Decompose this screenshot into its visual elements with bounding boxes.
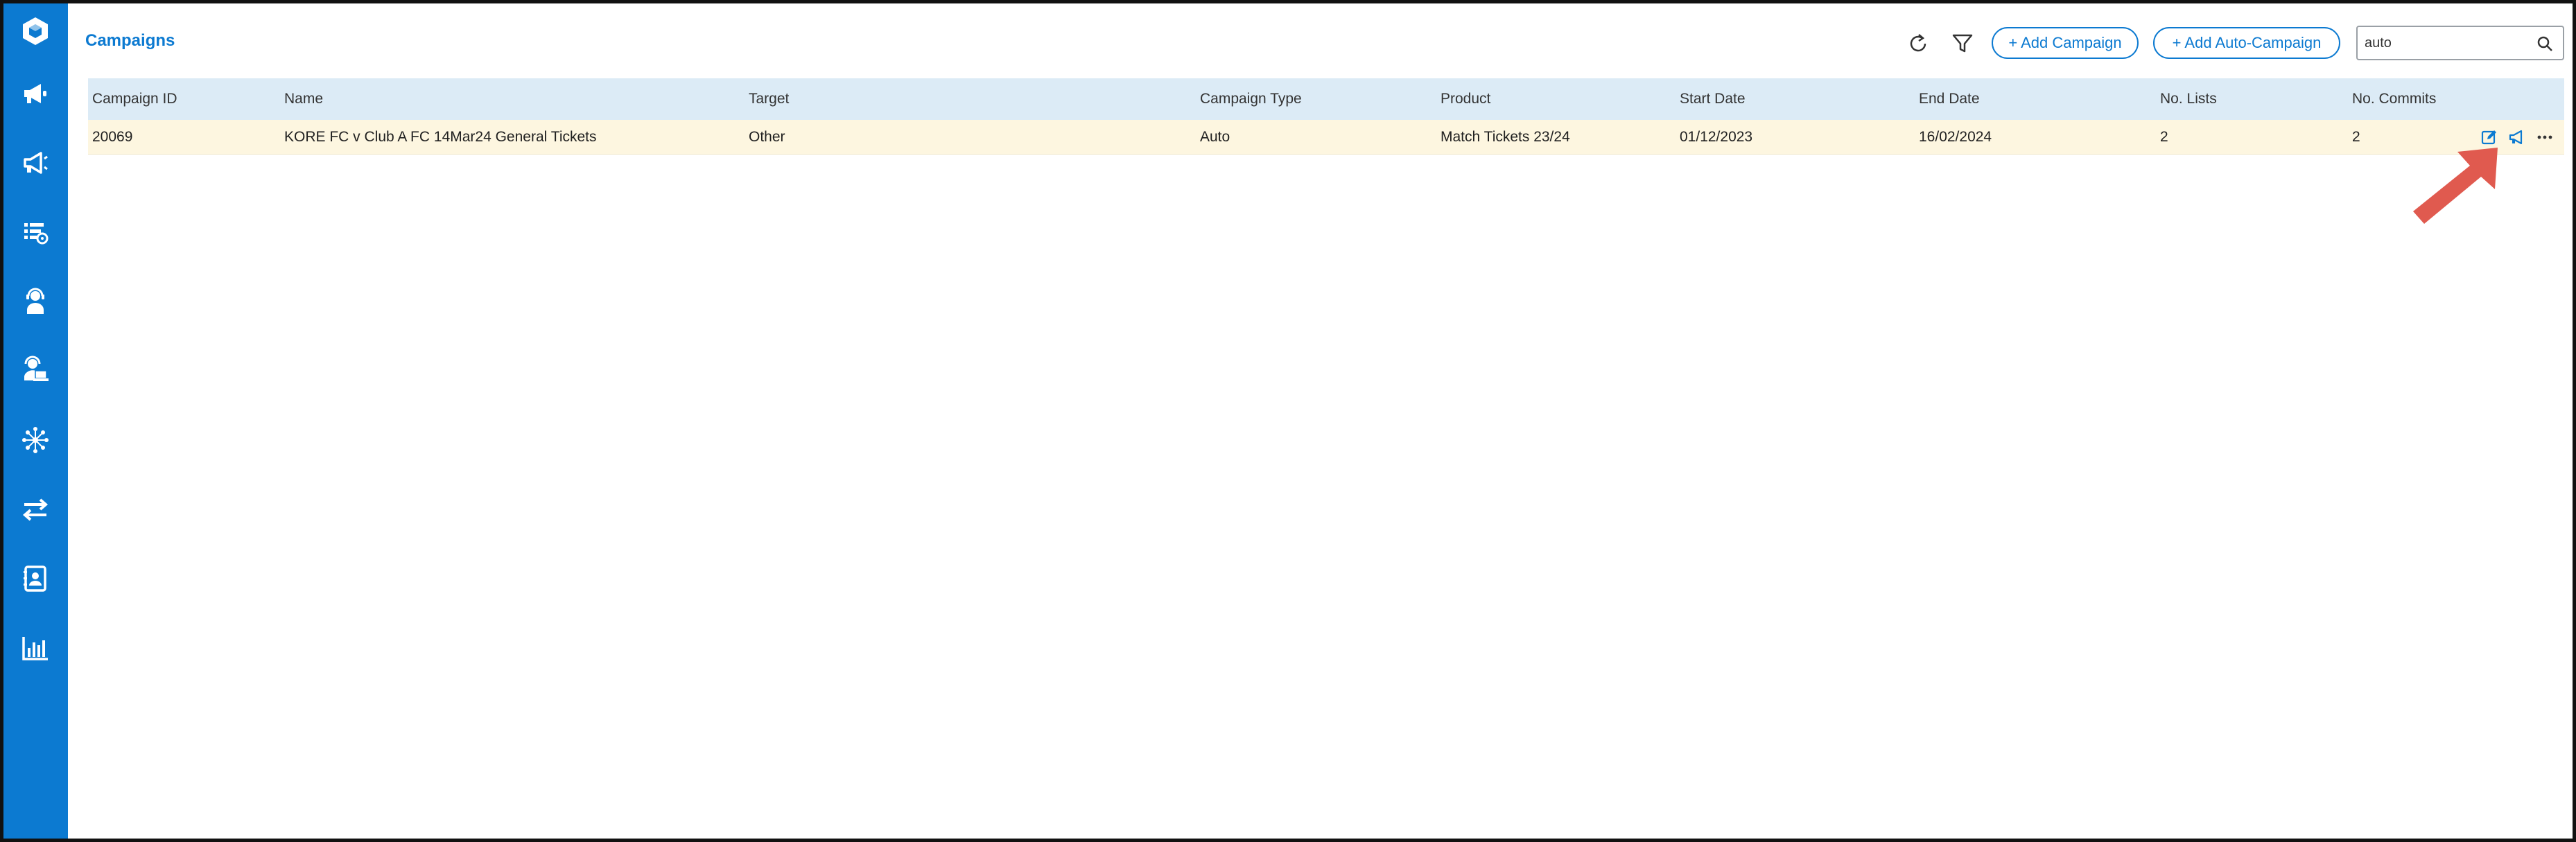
search-icon[interactable] — [2535, 34, 2555, 53]
cell-end-date: 16/02/2024 — [1919, 128, 1992, 145]
cell-start-date: 01/12/2023 — [1680, 128, 1753, 145]
cell-no-lists: 2 — [2160, 128, 2168, 145]
agent-icon[interactable] — [19, 286, 51, 317]
cell-target: Other — [749, 128, 785, 145]
column-header-campaign-type[interactable]: Campaign Type — [1200, 78, 1302, 120]
cell-campaign-type: Auto — [1200, 128, 1230, 145]
column-header-campaign-id[interactable]: Campaign ID — [92, 78, 177, 120]
column-header-end-date[interactable]: End Date — [1919, 78, 1980, 120]
transfer-icon[interactable] — [19, 493, 51, 525]
logo-icon[interactable] — [19, 15, 51, 47]
search-box — [2356, 26, 2564, 60]
column-header-no-lists[interactable]: No. Lists — [2160, 78, 2217, 120]
page-title: Campaigns — [85, 31, 175, 50]
column-header-start-date[interactable]: Start Date — [1680, 78, 1746, 120]
refresh-icon[interactable] — [1904, 30, 1932, 58]
list-settings-icon[interactable] — [19, 216, 51, 248]
bar-chart-icon[interactable] — [19, 632, 51, 664]
network-icon[interactable] — [19, 424, 51, 456]
add-campaign-button[interactable]: + Add Campaign — [1992, 27, 2139, 59]
search-input[interactable] — [2365, 33, 2524, 53]
megaphone-icon[interactable] — [2507, 128, 2527, 147]
megaphone-icon[interactable] — [19, 78, 51, 109]
cell-name: KORE FC v Club A FC 14Mar24 General Tick… — [284, 128, 597, 145]
more-icon[interactable] — [2535, 128, 2555, 147]
agent-laptop-icon[interactable] — [19, 355, 51, 387]
app-window: Campaigns + Add Campaign + Add Auto-Camp… — [0, 0, 2576, 842]
contact-book-icon[interactable] — [19, 563, 51, 595]
add-auto-campaign-button[interactable]: + Add Auto-Campaign — [2153, 27, 2340, 59]
table-row[interactable]: 20069 KORE FC v Club A FC 14Mar24 Genera… — [88, 120, 2564, 155]
sidebar — [3, 3, 68, 839]
filter-icon[interactable] — [1949, 30, 1976, 58]
column-header-target[interactable]: Target — [749, 78, 789, 120]
cell-product: Match Tickets 23/24 — [1441, 128, 1570, 145]
column-header-name[interactable]: Name — [284, 78, 323, 120]
cell-campaign-id: 20069 — [92, 128, 133, 145]
megaphone-outline-icon[interactable] — [19, 147, 51, 179]
campaigns-table: Campaign ID Name Target Campaign Type Pr… — [88, 78, 2564, 155]
annotation-arrow-icon — [2413, 148, 2498, 224]
table-header: Campaign ID Name Target Campaign Type Pr… — [88, 78, 2564, 120]
column-header-product[interactable]: Product — [1441, 78, 1490, 120]
cell-no-commits: 2 — [2352, 128, 2360, 145]
column-header-no-commits[interactable]: No. Commits — [2352, 78, 2436, 120]
